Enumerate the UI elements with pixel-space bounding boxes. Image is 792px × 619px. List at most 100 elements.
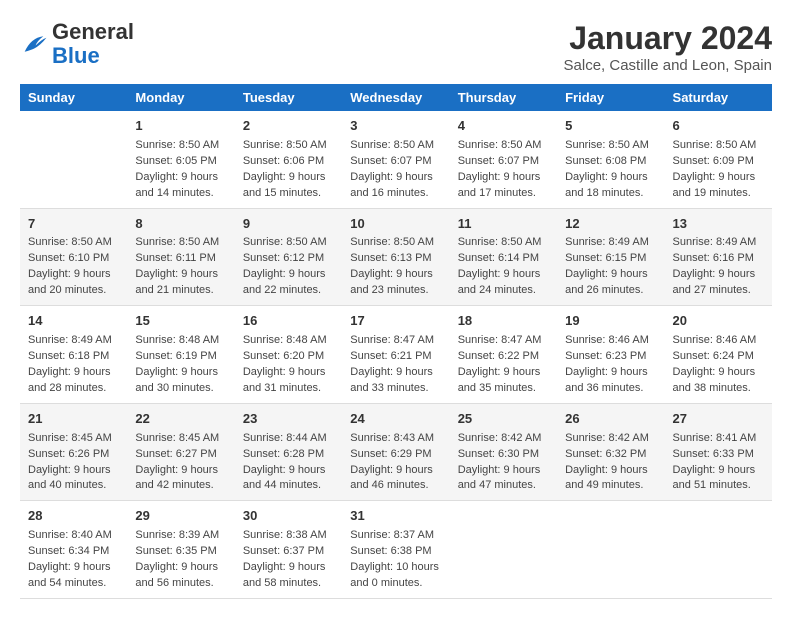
- calendar-week-row: 7Sunrise: 8:50 AMSunset: 6:10 PMDaylight…: [20, 208, 772, 306]
- day-info: Sunrise: 8:50 AMSunset: 6:09 PMDaylight:…: [673, 138, 764, 202]
- day-info: Sunrise: 8:40 AMSunset: 6:34 PMDaylight:…: [28, 528, 119, 592]
- day-info: Sunrise: 8:50 AMSunset: 6:08 PMDaylight:…: [565, 138, 656, 202]
- day-info: Sunrise: 8:48 AMSunset: 6:19 PMDaylight:…: [135, 333, 226, 397]
- day-info: Sunrise: 8:46 AMSunset: 6:23 PMDaylight:…: [565, 333, 656, 397]
- calendar-cell: 28Sunrise: 8:40 AMSunset: 6:34 PMDayligh…: [20, 501, 127, 599]
- day-info: Sunrise: 8:46 AMSunset: 6:24 PMDaylight:…: [673, 333, 764, 397]
- weekday-header-row: SundayMondayTuesdayWednesdayThursdayFrid…: [20, 84, 772, 111]
- day-number: 2: [243, 117, 334, 136]
- calendar-cell: 8Sunrise: 8:50 AMSunset: 6:11 PMDaylight…: [127, 208, 234, 306]
- day-number: 1: [135, 117, 226, 136]
- day-info: Sunrise: 8:47 AMSunset: 6:22 PMDaylight:…: [458, 333, 549, 397]
- day-number: 23: [243, 410, 334, 429]
- logo-icon: [20, 30, 48, 58]
- calendar-cell: 23 Sunrise: 8:44 AMSunset: 6:28 PMDayligh…: [235, 403, 342, 501]
- weekday-header-saturday: Saturday: [665, 84, 772, 111]
- day-number: 26: [565, 410, 656, 429]
- calendar-table: SundayMondayTuesdayWednesdayThursdayFrid…: [20, 84, 772, 599]
- day-number: 19: [565, 312, 656, 331]
- calendar-cell: 2Sunrise: 8:50 AMSunset: 6:06 PMDaylight…: [235, 111, 342, 208]
- day-info: Sunrise: 8:49 AMSunset: 6:16 PMDaylight:…: [673, 235, 764, 299]
- calendar-cell: 4 Sunrise: 8:50 AMSunset: 6:07 PMDaylight…: [450, 111, 557, 208]
- calendar-week-row: 1Sunrise: 8:50 AMSunset: 6:05 PMDaylight…: [20, 111, 772, 208]
- day-number: 9: [243, 215, 334, 234]
- day-number: 24: [350, 410, 441, 429]
- weekday-header-wednesday: Wednesday: [342, 84, 449, 111]
- logo-text: GeneralBlue: [52, 20, 134, 68]
- day-info: Sunrise: 8:38 AMSunset: 6:37 PMDaylight:…: [243, 528, 334, 592]
- day-info: Sunrise: 8:39 AMSunset: 6:35 PMDaylight:…: [135, 528, 226, 592]
- day-number: 16: [243, 312, 334, 331]
- day-number: 27: [673, 410, 764, 429]
- day-info: Sunrise: 8:42 AMSunset: 6:30 PMDaylight:…: [458, 431, 549, 495]
- calendar-cell: [557, 501, 664, 599]
- calendar-cell: 1Sunrise: 8:50 AMSunset: 6:05 PMDaylight…: [127, 111, 234, 208]
- day-number: 7: [28, 215, 119, 234]
- logo: GeneralBlue: [20, 20, 134, 68]
- location: Salce, Castille and Leon, Spain: [564, 57, 772, 74]
- calendar-cell: 11Sunrise: 8:50 AMSunset: 6:14 PMDayligh…: [450, 208, 557, 306]
- day-number: 13: [673, 215, 764, 234]
- day-number: 4: [458, 117, 549, 136]
- day-info: Sunrise: 8:49 AMSunset: 6:18 PMDaylight:…: [28, 333, 119, 397]
- day-number: 17: [350, 312, 441, 331]
- day-number: 8: [135, 215, 226, 234]
- day-info: Sunrise: 8:50 AMSunset: 6:07 PMDaylight:…: [458, 138, 549, 202]
- calendar-cell: 30 Sunrise: 8:38 AMSunset: 6:37 PMDayligh…: [235, 501, 342, 599]
- calendar-cell: 25Sunrise: 8:42 AMSunset: 6:30 PMDayligh…: [450, 403, 557, 501]
- month-title: January 2024: [564, 20, 772, 57]
- calendar-cell: 22Sunrise: 8:45 AMSunset: 6:27 PMDayligh…: [127, 403, 234, 501]
- day-number: 11: [458, 215, 549, 234]
- day-info: Sunrise: 8:50 AMSunset: 6:12 PMDaylight:…: [243, 235, 334, 299]
- day-info: Sunrise: 8:50 AMSunset: 6:07 PMDaylight:…: [350, 138, 441, 202]
- calendar-cell: 16 Sunrise: 8:48 AMSunset: 6:20 PMDayligh…: [235, 306, 342, 404]
- calendar-cell: 19 Sunrise: 8:46 AMSunset: 6:23 PMDayligh…: [557, 306, 664, 404]
- calendar-cell: 26 Sunrise: 8:42 AMSunset: 6:32 PMDayligh…: [557, 403, 664, 501]
- day-number: 31: [350, 507, 441, 526]
- calendar-cell: [665, 501, 772, 599]
- day-info: Sunrise: 8:42 AMSunset: 6:32 PMDaylight:…: [565, 431, 656, 495]
- day-number: 6: [673, 117, 764, 136]
- calendar-cell: 18Sunrise: 8:47 AMSunset: 6:22 PMDayligh…: [450, 306, 557, 404]
- calendar-cell: 6 Sunrise: 8:50 AMSunset: 6:09 PMDaylight…: [665, 111, 772, 208]
- day-number: 5: [565, 117, 656, 136]
- day-number: 14: [28, 312, 119, 331]
- calendar-cell: [450, 501, 557, 599]
- weekday-header-friday: Friday: [557, 84, 664, 111]
- calendar-cell: 3 Sunrise: 8:50 AMSunset: 6:07 PMDaylight…: [342, 111, 449, 208]
- weekday-header-thursday: Thursday: [450, 84, 557, 111]
- day-info: Sunrise: 8:37 AMSunset: 6:38 PMDaylight:…: [350, 528, 441, 592]
- day-info: Sunrise: 8:50 AMSunset: 6:10 PMDaylight:…: [28, 235, 119, 299]
- day-info: Sunrise: 8:43 AMSunset: 6:29 PMDaylight:…: [350, 431, 441, 495]
- calendar-cell: [20, 111, 127, 208]
- calendar-cell: 15 Sunrise: 8:48 AMSunset: 6:19 PMDayligh…: [127, 306, 234, 404]
- day-info: Sunrise: 8:50 AMSunset: 6:13 PMDaylight:…: [350, 235, 441, 299]
- calendar-cell: 31 Sunrise: 8:37 AMSunset: 6:38 PMDayligh…: [342, 501, 449, 599]
- calendar-cell: 17Sunrise: 8:47 AMSunset: 6:21 PMDayligh…: [342, 306, 449, 404]
- calendar-cell: 27 Sunrise: 8:41 AMSunset: 6:33 PMDayligh…: [665, 403, 772, 501]
- day-number: 29: [135, 507, 226, 526]
- calendar-cell: 20 Sunrise: 8:46 AMSunset: 6:24 PMDayligh…: [665, 306, 772, 404]
- title-block: January 2024 Salce, Castille and Leon, S…: [564, 20, 772, 74]
- day-info: Sunrise: 8:49 AMSunset: 6:15 PMDaylight:…: [565, 235, 656, 299]
- calendar-cell: 5 Sunrise: 8:50 AMSunset: 6:08 PMDaylight…: [557, 111, 664, 208]
- calendar-cell: 9Sunrise: 8:50 AMSunset: 6:12 PMDaylight…: [235, 208, 342, 306]
- day-number: 21: [28, 410, 119, 429]
- day-info: Sunrise: 8:50 AMSunset: 6:14 PMDaylight:…: [458, 235, 549, 299]
- day-number: 22: [135, 410, 226, 429]
- day-info: Sunrise: 8:44 AMSunset: 6:28 PMDaylight:…: [243, 431, 334, 495]
- day-number: 15: [135, 312, 226, 331]
- day-number: 30: [243, 507, 334, 526]
- day-number: 20: [673, 312, 764, 331]
- day-info: Sunrise: 8:41 AMSunset: 6:33 PMDaylight:…: [673, 431, 764, 495]
- calendar-cell: 29 Sunrise: 8:39 AMSunset: 6:35 PMDayligh…: [127, 501, 234, 599]
- day-info: Sunrise: 8:50 AMSunset: 6:11 PMDaylight:…: [135, 235, 226, 299]
- calendar-cell: 24 Sunrise: 8:43 AMSunset: 6:29 PMDayligh…: [342, 403, 449, 501]
- day-number: 10: [350, 215, 441, 234]
- page-header: GeneralBlue January 2024 Salce, Castille…: [20, 20, 772, 74]
- calendar-cell: 14 Sunrise: 8:49 AMSunset: 6:18 PMDayligh…: [20, 306, 127, 404]
- day-number: 3: [350, 117, 441, 136]
- day-info: Sunrise: 8:45 AMSunset: 6:26 PMDaylight:…: [28, 431, 119, 495]
- day-info: Sunrise: 8:48 AMSunset: 6:20 PMDaylight:…: [243, 333, 334, 397]
- calendar-week-row: 28Sunrise: 8:40 AMSunset: 6:34 PMDayligh…: [20, 501, 772, 599]
